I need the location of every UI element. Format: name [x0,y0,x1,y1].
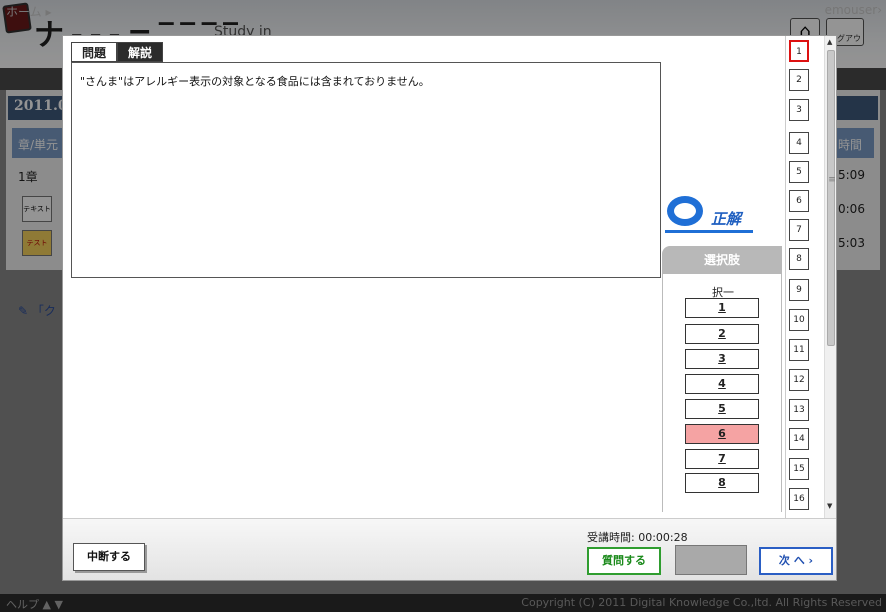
question-number[interactable]: 9 [789,279,809,301]
question-number[interactable]: 15 [789,458,809,480]
question-number[interactable]: 8 [789,248,809,270]
choice-button[interactable]: 4 [685,374,759,394]
choices-header: 選択肢 [662,246,782,274]
choice-button[interactable]: 5 [685,399,759,419]
question-modal: 問題 解説 "さんま"はアレルギー表示の対象となる食品には含まれておりません。 … [62,35,837,581]
modal-bottom-bar: 中断する 受講時間: 00:00:28 質問する 次 へ › [63,518,836,580]
question-number-current[interactable]: 1 [789,40,809,62]
memo-box[interactable] [675,545,747,575]
question-number[interactable]: 14 [789,428,809,450]
question-number[interactable]: 10 [789,309,809,331]
question-number[interactable]: 3 [789,99,809,121]
choice-button-selected[interactable]: 6 [685,424,759,444]
question-number[interactable]: 11 [789,339,809,361]
correct-circle-icon [667,196,703,226]
question-number[interactable]: 12 [789,369,809,391]
question-number[interactable]: 2 [789,69,809,91]
elapsed-time: 受講時間: 00:00:28 [587,531,688,544]
modal-tabs: 問題 解説 [71,42,164,62]
question-number[interactable]: 6 [789,190,809,212]
tab-explanation[interactable]: 解説 [117,42,164,62]
question-list-scrollbar[interactable]: ▲ ≡ ▼ [824,36,836,518]
explanation-text: "さんま"はアレルギー表示の対象となる食品には含まれておりません。 [71,62,661,278]
scroll-thumb[interactable]: ≡ [827,50,836,346]
choice-button[interactable]: 8 [685,473,759,493]
question-number[interactable]: 16 [789,488,809,510]
pause-button[interactable]: 中断する [73,543,145,571]
tab-question[interactable]: 問題 [71,42,118,62]
choice-button[interactable]: 1 [685,298,759,318]
correct-label: 正解 [711,210,742,228]
question-number[interactable]: 5 [789,161,809,183]
next-button[interactable]: 次 へ › [759,547,833,575]
ask-question-button[interactable]: 質問する [587,547,661,575]
choices-panel: 択一 1 2 3 4 5 6 7 8 [662,274,782,512]
choice-button[interactable]: 2 [685,324,759,344]
question-number[interactable]: 13 [789,399,809,421]
question-number[interactable]: 4 [789,132,809,154]
question-number-list: 1 2 3 4 5 6 7 8 9 10 11 12 13 14 15 16 [785,36,825,518]
scroll-grip-icon: ≡ [828,175,836,185]
question-number[interactable]: 7 [789,219,809,241]
correct-underline [665,230,753,233]
scroll-up-arrow-icon[interactable]: ▲ [827,38,832,46]
scroll-down-arrow-icon[interactable]: ▼ [827,502,832,510]
correct-result: 正解 [663,194,757,238]
choice-button[interactable]: 7 [685,449,759,469]
choice-button[interactable]: 3 [685,349,759,369]
